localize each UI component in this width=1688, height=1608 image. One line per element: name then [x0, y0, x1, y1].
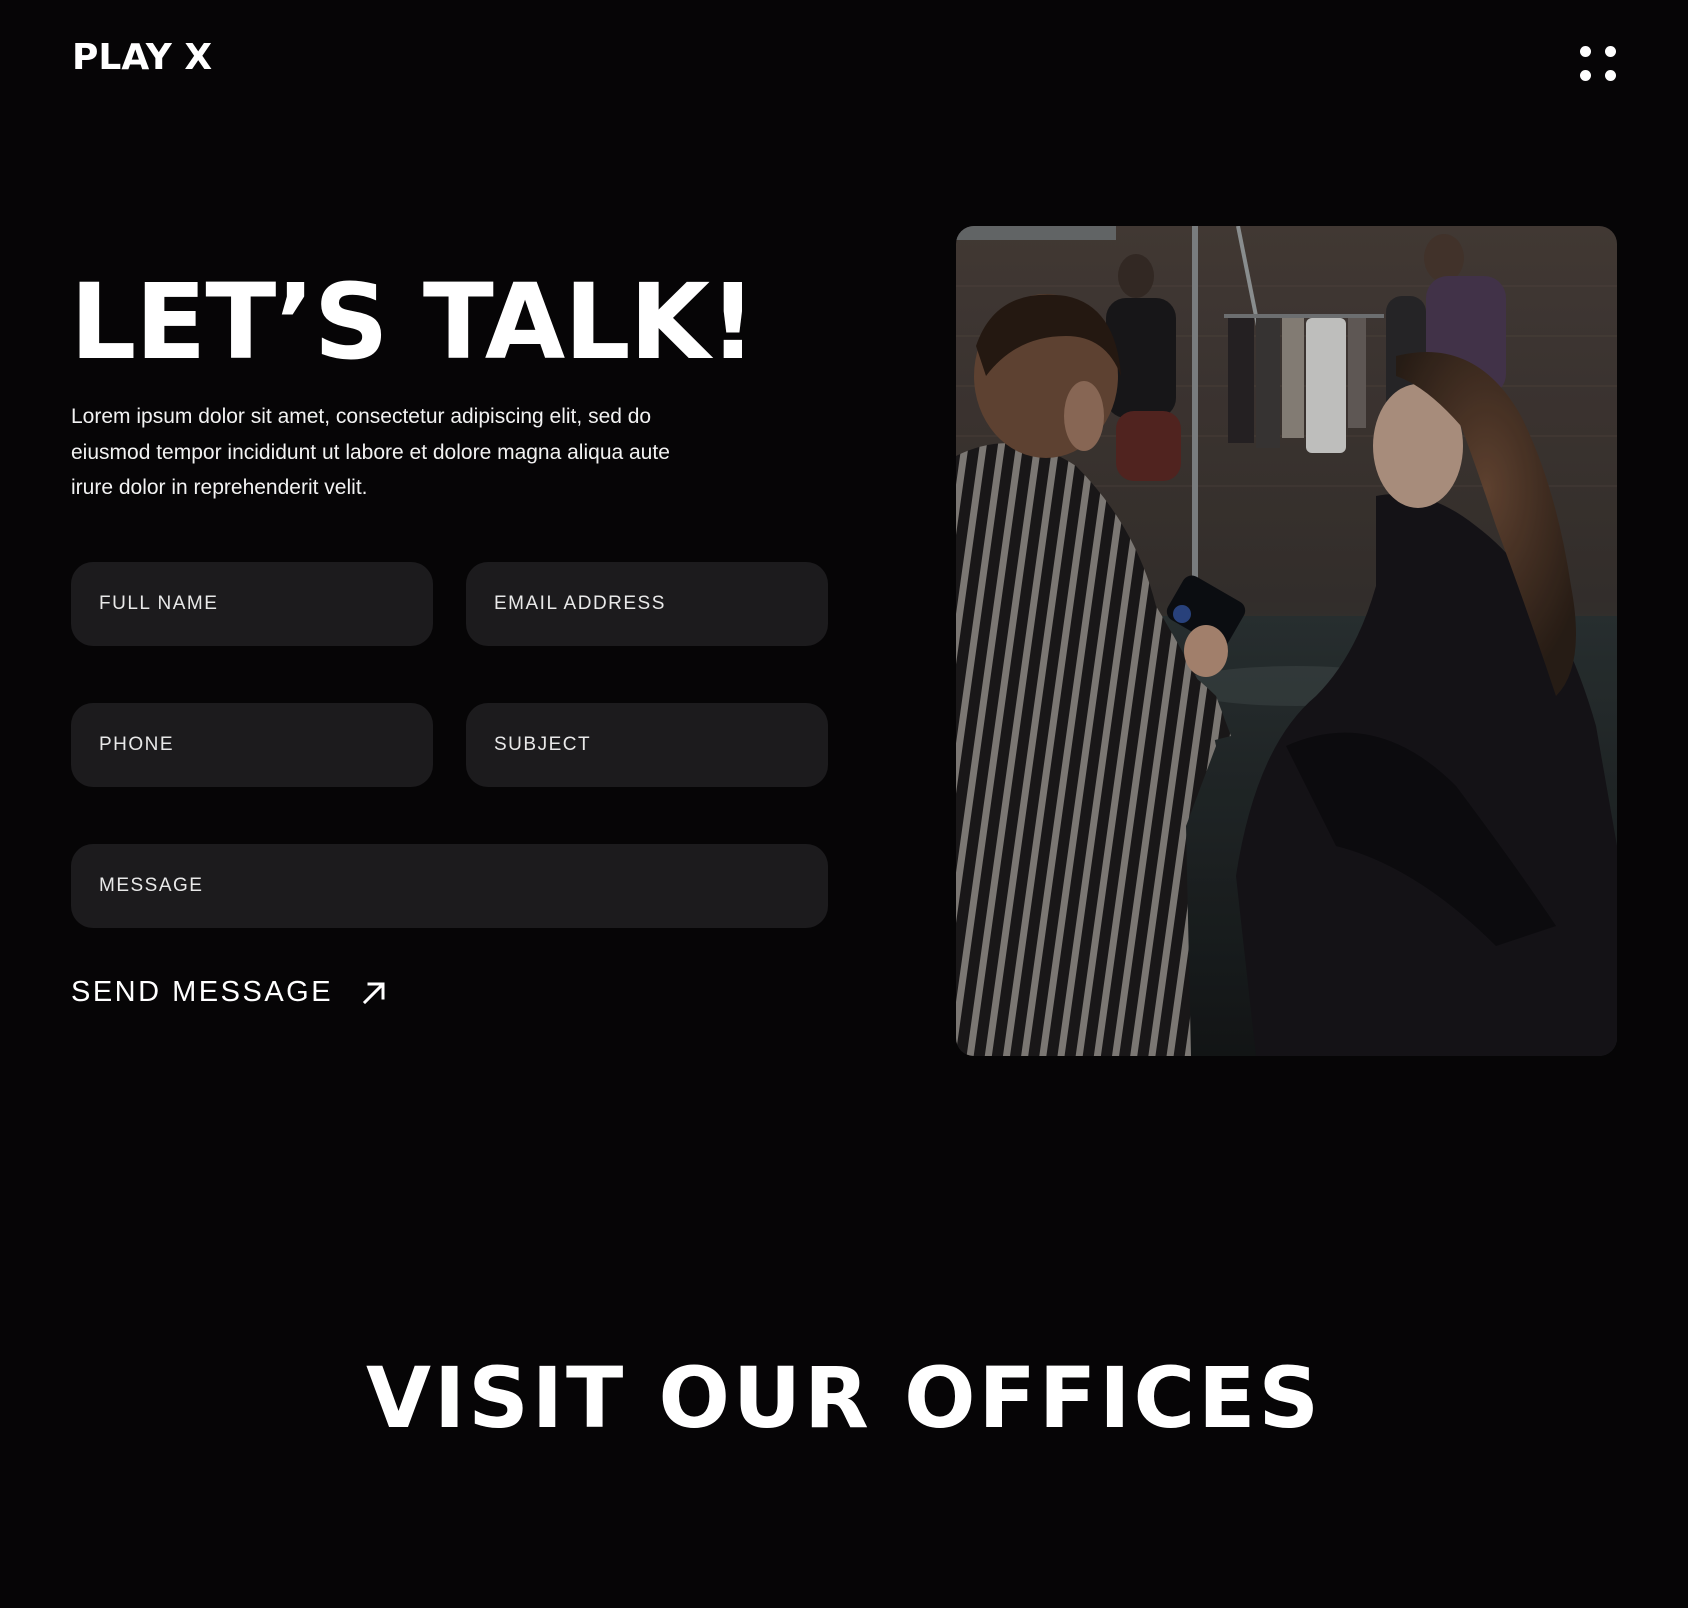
message-input[interactable] — [99, 875, 800, 897]
page-title: LET’S TALK! — [70, 261, 757, 383]
offices-heading: VISIT OUR OFFICES — [365, 1349, 1323, 1447]
send-message-label: SEND MESSAGE — [71, 976, 334, 1008]
message-field — [71, 844, 828, 928]
brand-logo[interactable]: PLAY X — [72, 36, 212, 80]
phone-input[interactable] — [99, 734, 405, 756]
send-message-button[interactable]: SEND MESSAGE — [71, 976, 387, 1009]
menu-button[interactable] — [1570, 40, 1626, 96]
arrow-up-right-icon — [361, 980, 387, 1006]
phone-field — [71, 703, 433, 787]
dots-grid-icon — [1570, 40, 1626, 96]
full-name-field — [71, 562, 433, 646]
email-field — [466, 562, 828, 646]
full-name-input[interactable] — [99, 593, 405, 615]
subject-field — [466, 703, 828, 787]
email-input[interactable] — [494, 593, 800, 615]
hero-photo — [956, 226, 1617, 1056]
subject-input[interactable] — [494, 734, 800, 756]
intro-text: Lorem ipsum dolor sit amet, consectetur … — [71, 405, 670, 499]
